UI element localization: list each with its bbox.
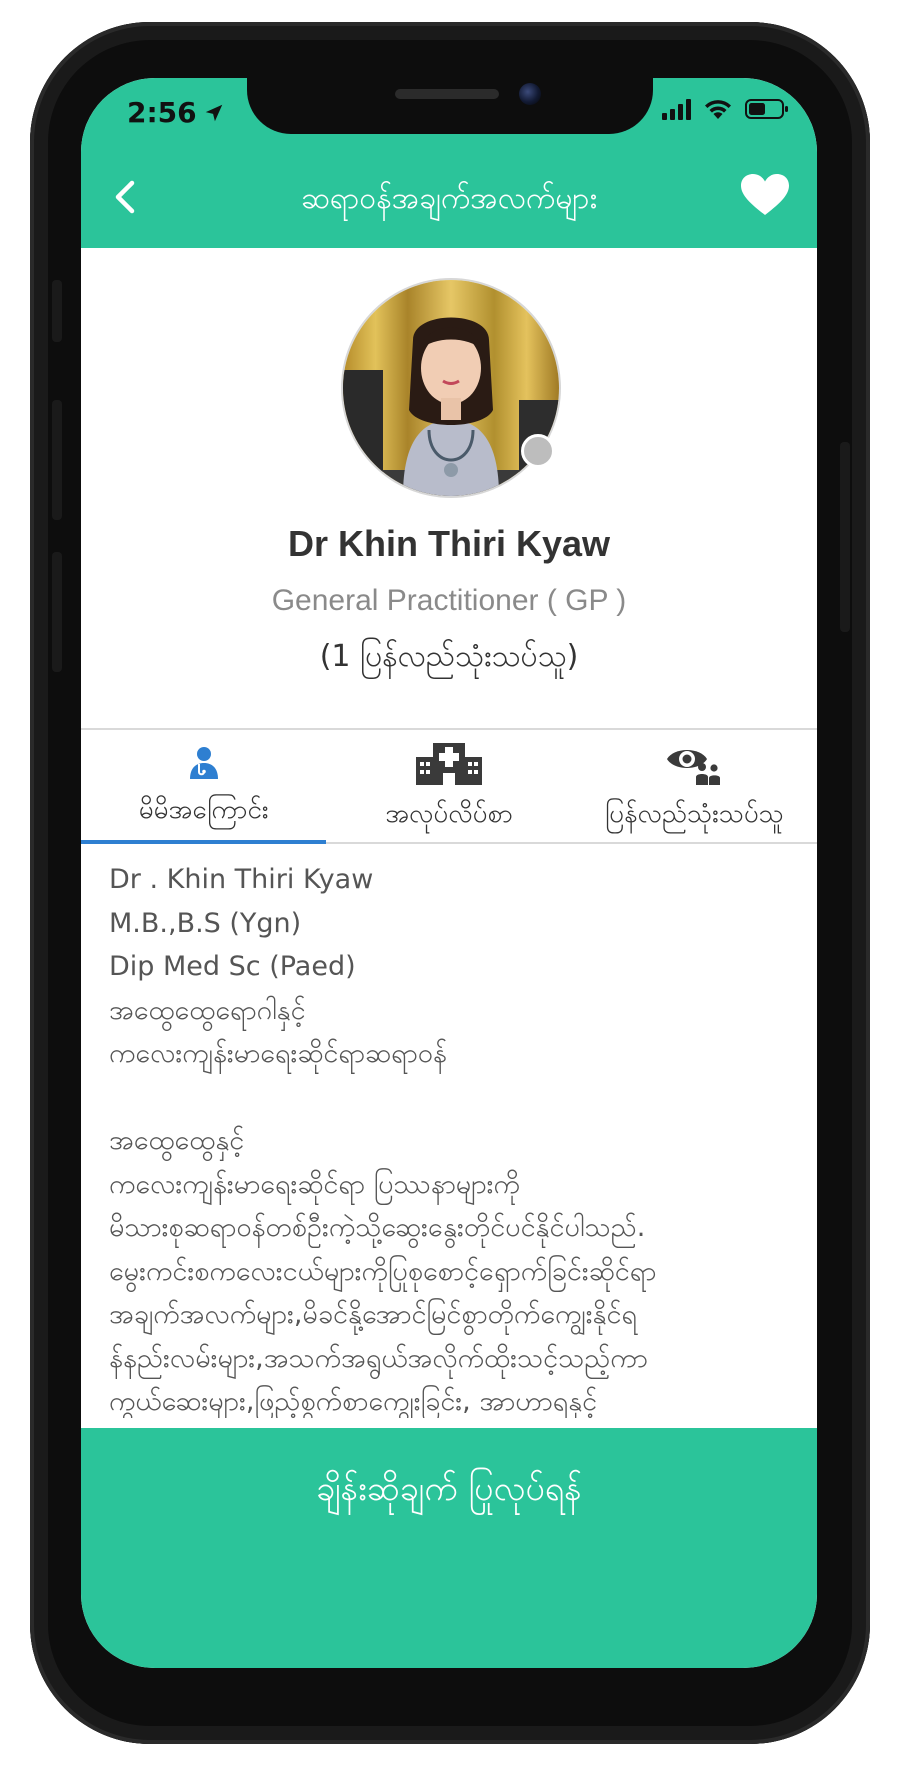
avatar-container xyxy=(343,280,559,496)
reviewers-icon xyxy=(667,750,721,785)
tab-label: မိမိအကြောင်း xyxy=(138,795,269,825)
bio-line: Dr . Khin Thiri Kyaw xyxy=(109,864,374,895)
back-button[interactable] xyxy=(99,171,151,223)
bio-line: မွေးကင်းစကလေးငယ်များကိုပြုစုစောင့်ရှောက်… xyxy=(109,1255,657,1287)
bio-line: M.B.,B.S (Ygn) xyxy=(109,907,302,939)
tab-label: ပြန်လည်သုံးသပ်သူ xyxy=(604,799,784,829)
heart-icon xyxy=(741,174,789,215)
app-screen: 2:56 ဆရာဝန်အချက်အလက်များ Dr Khin Thiri K… xyxy=(81,78,817,1668)
doctor-profile: Dr Khin Thiri Kyaw General Practitioner … xyxy=(81,248,817,674)
earpiece-speaker xyxy=(395,89,499,99)
doctor-bio: Dr . Khin Thiri Kyaw M.B.,B.S (Ygn) Dip … xyxy=(109,858,799,1418)
bio-line: ကွယ်ဆေးများ,ဖြည့်စွက်စာကျွေးခြင်း, အာဟာရ… xyxy=(109,1386,598,1417)
notch xyxy=(247,78,653,134)
bio-line: မိသားစုဆရာဝန်တစ်ဦးကဲ့သို့ဆွေးနွေးတိုင်ပင… xyxy=(109,1212,646,1243)
tab-work-address[interactable]: အလုပ်လိပ်စာ xyxy=(326,730,571,842)
online-status-dot xyxy=(521,434,555,468)
bio-line: Dip Med Sc (Paed) xyxy=(109,951,356,982)
bio-line: အထွေထွေနှင့် xyxy=(109,1125,245,1156)
tab-about[interactable]: မိမိအကြောင်း xyxy=(81,730,327,844)
profile-tabs: မိမိအကြောင်း အလုပ်လိပ်စာ ပြန်လည်သုံးသပ်သ… xyxy=(81,728,817,844)
cellular-signal-icon xyxy=(662,98,691,120)
tab-label: အလုပ်လိပ်စာ xyxy=(385,799,513,829)
status-indicators xyxy=(662,98,789,120)
book-appointment-button[interactable]: ချိန်းဆိုချက် ပြုလုပ်ရန် xyxy=(81,1428,817,1668)
bio-line: ကလေးကျန်းမာရေးဆိုင်ရာ ပြဿနာများကို xyxy=(109,1168,520,1200)
chevron-left-icon xyxy=(115,180,135,214)
wifi-icon xyxy=(703,98,733,120)
page-title: ဆရာဝန်အချက်အလက်များ xyxy=(300,181,598,216)
bio-line: ကလေးကျန်းမာရေးဆိုင်ရာဆရာဝန် xyxy=(109,1038,447,1069)
front-camera xyxy=(519,83,541,105)
title-bar: ဆရာဝန်အချက်အလက်များ xyxy=(81,153,817,248)
doctor-name: Dr Khin Thiri Kyaw xyxy=(287,523,611,564)
location-arrow-icon xyxy=(205,104,222,121)
mute-switch xyxy=(52,280,62,342)
doctor-icon xyxy=(189,747,218,779)
battery-icon xyxy=(745,98,789,120)
status-time-text: 2:56 xyxy=(127,96,197,129)
tab-reviewers[interactable]: ပြန်လည်သုံးသပ်သူ xyxy=(572,730,817,842)
power-button xyxy=(840,442,850,632)
volume-up-button xyxy=(52,400,62,520)
bio-paragraph-gap xyxy=(109,1076,799,1120)
doctor-specialty: General Practitioner ( GP ) xyxy=(271,584,627,617)
status-time: 2:56 xyxy=(127,96,225,129)
bio-line: န်နည်းလမ်းများ,အသက်အရွယ်အလိုက်ထိုးသင့်သည… xyxy=(109,1342,648,1374)
favorite-button[interactable] xyxy=(735,167,795,223)
volume-down-button xyxy=(52,552,62,672)
hospital-icon xyxy=(415,743,482,785)
review-count[interactable]: (1 ပြန်လည်သုံးသပ်သူ) xyxy=(81,636,817,681)
bio-line: အထွေထွေရောဂါနှင့် xyxy=(109,994,306,1026)
bio-line: အချက်အလက်များ,မိခင်နို့အောင်မြင်စွာတိုက်… xyxy=(109,1299,637,1330)
